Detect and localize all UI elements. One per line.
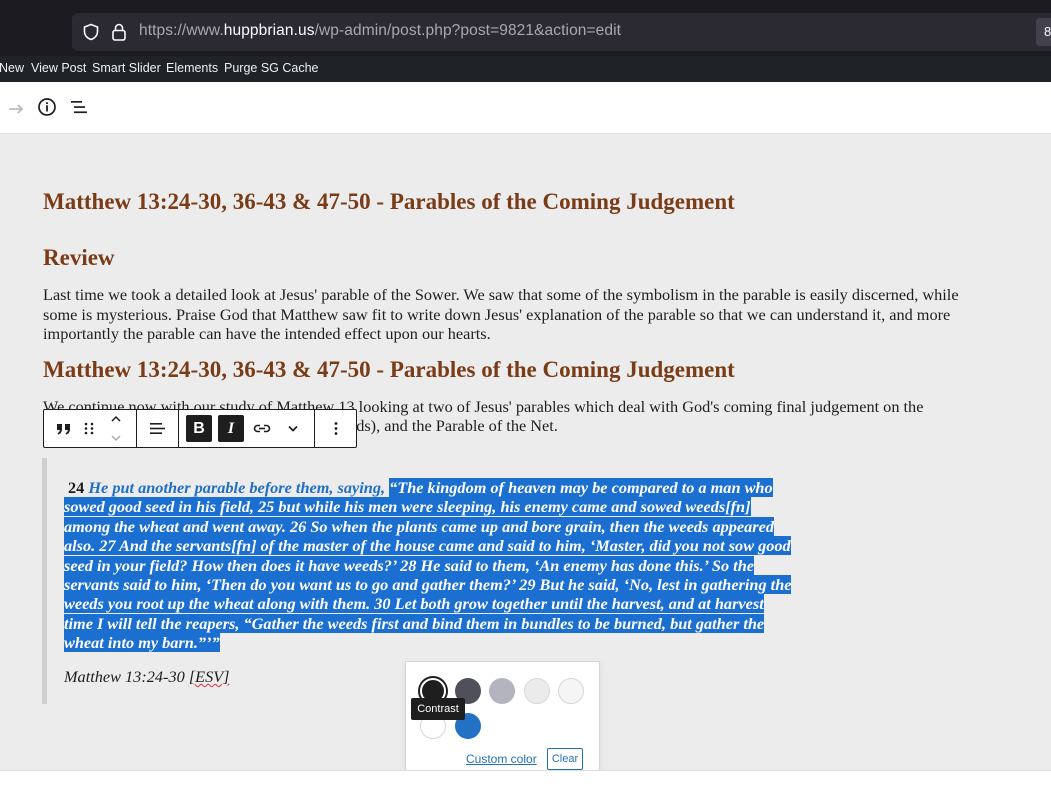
custom-color-link[interactable]: Custom color [466, 752, 537, 766]
selected-text-line: also. 27 And the servants[fn] of the mas… [64, 536, 791, 556]
editor-header [0, 82, 1051, 134]
citation-text: Matthew 13:24-30 [64, 667, 189, 686]
verse-number: 24 [68, 478, 85, 497]
toolbar-chip[interactable]: 8 [1036, 18, 1051, 46]
bold-button[interactable]: B [186, 415, 212, 442]
adminbar-view-post[interactable]: View Post [31, 61, 86, 75]
url-path: /wp-admin/post.php?post=9821&action=edit [314, 22, 622, 39]
selected-text-line: “The kingdom of heaven may be compared t… [389, 478, 773, 497]
quote-border [42, 458, 47, 704]
post-heading-2[interactable]: Matthew 13:24-30, 36-43 & 47-50 - Parabl… [43, 357, 735, 383]
more-options-icon[interactable] [326, 415, 346, 442]
quote-intro: He put another parable before them, sayi… [88, 478, 386, 497]
adminbar-new[interactable]: New [0, 61, 24, 75]
selected-text-line: weeds you root up the wheat along with t… [64, 594, 764, 614]
color-swatch[interactable] [489, 678, 515, 704]
quote-text[interactable]: 24 He put another parable before them, s… [64, 478, 944, 653]
screen: https://www.huppbrian.us/wp-admin/post.p… [0, 0, 1051, 800]
selected-text-line: servants said to him, ‘Then do you want … [64, 575, 792, 595]
info-icon[interactable] [36, 96, 58, 118]
toolbar-separator [314, 410, 315, 447]
adminbar-purge-cache[interactable]: Purge SG Cache [224, 61, 319, 75]
adminbar-elements[interactable]: Elements [166, 61, 218, 75]
redo-icon[interactable] [6, 96, 28, 118]
selected-text-line: wheat into my barn.”’” [64, 633, 220, 653]
italic-button[interactable]: I [218, 415, 244, 442]
adminbar-smart-slider[interactable]: Smart Slider [92, 61, 161, 75]
color-swatch[interactable] [524, 678, 550, 704]
url-host: huppbrian.us [223, 22, 315, 39]
chevron-down-icon[interactable] [282, 415, 304, 442]
move-up-down-icon[interactable] [106, 412, 126, 446]
lock-icon[interactable] [110, 22, 128, 42]
citation-link[interactable]: [ESV] [189, 667, 230, 686]
paragraph-intro-line2[interactable]: weeds), and the Parable of the Net. [330, 416, 730, 436]
url-prefix: https://www. [139, 22, 224, 39]
url-text[interactable]: https://www.huppbrian.us/wp-admin/post.p… [139, 22, 621, 40]
selected-text-line: seed in your field? How then does it hav… [64, 555, 754, 575]
section-heading-review[interactable]: Review [43, 245, 115, 271]
toolbar-separator [136, 410, 137, 447]
tooltip: Contrast [411, 698, 465, 720]
selected-text-line: among the wheat and went away. 26 So whe… [64, 516, 774, 536]
editor-footer [0, 770, 1051, 800]
paragraph-review[interactable]: Last time we took a detailed look at Jes… [43, 285, 973, 344]
quote-block-icon[interactable] [52, 415, 76, 442]
toolbar-separator [178, 410, 179, 447]
link-icon[interactable] [250, 415, 274, 442]
post-heading-1[interactable]: Matthew 13:24-30, 36-43 & 47-50 - Parabl… [43, 189, 735, 215]
color-swatch[interactable] [558, 678, 584, 704]
selected-text-line: sowed good seed in his field, 25 but whi… [64, 497, 751, 517]
list-view-icon[interactable] [68, 96, 90, 118]
clear-button[interactable]: Clear [547, 748, 583, 770]
selected-text-line: time I will tell the reapers, “Gather th… [64, 613, 765, 633]
block-toolbar: B I [43, 409, 357, 448]
drag-handle-icon[interactable] [80, 415, 98, 442]
quote-citation[interactable]: Matthew 13:24-30 [ESV] [64, 667, 230, 687]
shield-icon[interactable] [82, 23, 100, 41]
align-left-icon[interactable] [145, 415, 169, 442]
